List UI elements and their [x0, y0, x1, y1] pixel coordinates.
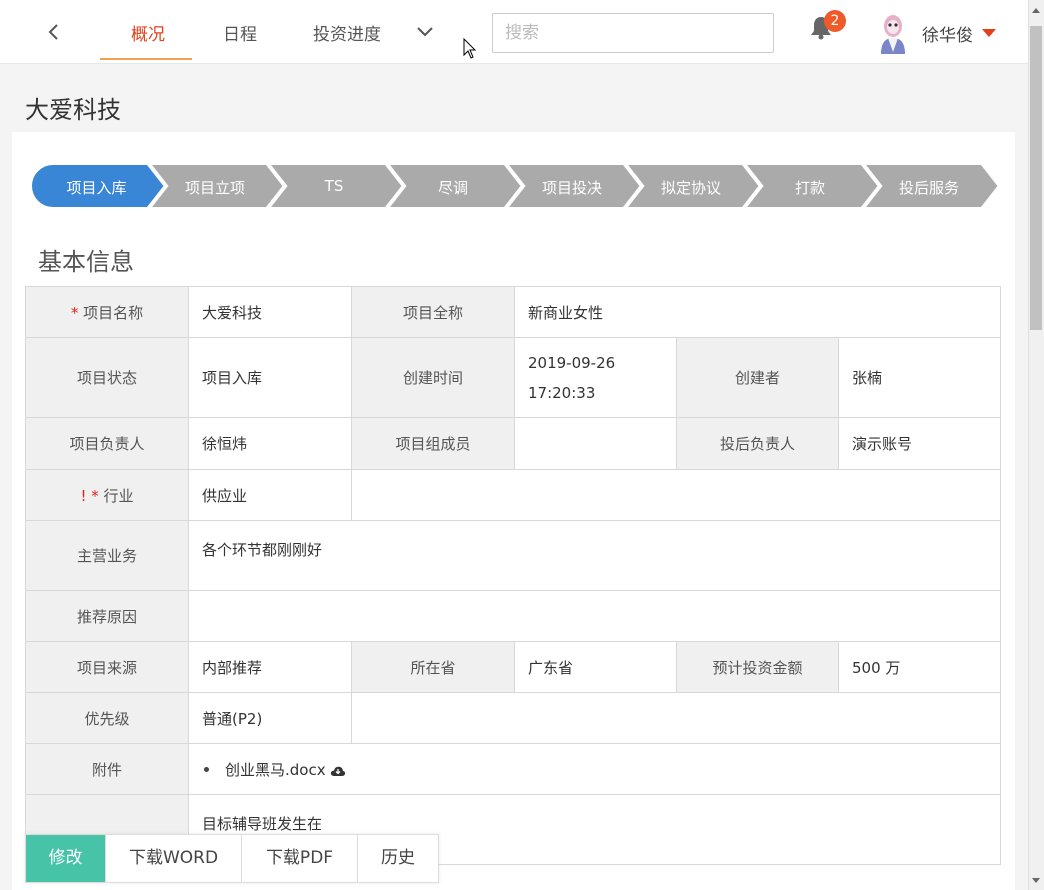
- table-row: * 项目名称 大爱科技 项目全称 新商业女性: [25, 286, 1002, 338]
- full-name-value: 新商业女性: [513, 286, 1002, 338]
- step-draft-agreement[interactable]: 拟定协议: [631, 177, 751, 198]
- amount-label: 预计投资金额: [676, 641, 839, 693]
- scroll-up-arrow-icon[interactable]: [1032, 8, 1040, 13]
- cloud-download-icon[interactable]: [330, 763, 346, 776]
- step-investment-decision[interactable]: 项目投决: [512, 177, 632, 198]
- post-owner-value: 演示账号: [837, 417, 1002, 470]
- tab-schedule[interactable]: 日程: [223, 20, 257, 45]
- tab-investment-progress[interactable]: 投资进度: [313, 20, 381, 45]
- attachment-item: 创业黑马.docx: [202, 759, 987, 780]
- amount-value: 500 万: [837, 641, 1002, 693]
- table-row: 项目来源 内部推荐 所在省 广东省 预计投资金额 500 万: [25, 641, 1002, 693]
- step-ts[interactable]: TS: [274, 177, 394, 195]
- table-row: 项目状态 项目入库 创建时间 2019-09-26 17:20:33 创建者 张楠: [25, 337, 1002, 418]
- caret-down-icon[interactable]: [982, 29, 996, 37]
- required-asterisk-icon: *: [70, 303, 84, 322]
- page-title: 大爱科技: [25, 96, 121, 124]
- reason-value: [187, 590, 1002, 642]
- project-name-label-text: 项目名称: [83, 303, 144, 322]
- priority-empty-cell: [350, 692, 1002, 744]
- industry-label-text: 行业: [103, 486, 134, 505]
- created-time-label: 创建时间: [351, 337, 515, 418]
- members-value: [514, 417, 677, 470]
- search-input[interactable]: [492, 13, 774, 53]
- notification-badge: 2: [824, 10, 846, 32]
- action-bar: 修改 下载WORD 下载PDF 历史: [25, 834, 439, 883]
- attachment-filename[interactable]: 创业黑马.docx: [225, 759, 326, 780]
- scrollbar-thumb[interactable]: [1030, 26, 1042, 330]
- project-name-label: * 项目名称: [25, 286, 189, 338]
- members-label: 项目组成员: [351, 417, 515, 470]
- download-pdf-button[interactable]: 下载PDF: [242, 835, 358, 882]
- table-row: 推荐原因: [25, 590, 1002, 642]
- basic-info-table: * 项目名称 大爱科技 项目全称 新商业女性 项目状态 项目入库 创建时间 20…: [25, 286, 1002, 865]
- step-due-diligence[interactable]: 尽调: [393, 177, 513, 198]
- priority-value: 普通(P2): [188, 692, 352, 744]
- project-stage-stepper: 项目入库 项目立项 TS 尽调 项目投决 拟定协议 打款 投后服务: [30, 163, 1000, 209]
- active-tab-underline: [100, 58, 192, 60]
- province-value: 广东省: [514, 641, 677, 693]
- status-label: 项目状态: [25, 337, 189, 418]
- attachment-label: 附件: [25, 743, 189, 795]
- source-value: 内部推荐: [188, 641, 352, 693]
- province-label: 所在省: [351, 641, 515, 693]
- status-value: 项目入库: [188, 337, 352, 418]
- username[interactable]: 徐华俊: [922, 21, 973, 46]
- chevron-down-icon[interactable]: [414, 22, 436, 42]
- section-title: 基本信息: [38, 248, 134, 276]
- bullet-icon: [204, 766, 209, 772]
- business-value: 各个环节都刚刚好: [187, 520, 1002, 591]
- top-navbar: 概况 日程 投资进度 2 徐华俊: [0, 0, 1028, 64]
- created-time-value: 2019-09-26 17:20:33: [514, 337, 677, 418]
- scroll-down-arrow-icon[interactable]: [1032, 878, 1040, 883]
- creator-value: 张楠: [837, 337, 1002, 418]
- reason-label: 推荐原因: [25, 590, 189, 642]
- edit-button[interactable]: 修改: [26, 835, 106, 882]
- full-name-label: 项目全称: [351, 286, 515, 338]
- table-row: ! * 行业 供应业: [25, 469, 1002, 521]
- industry-value: 供应业: [188, 469, 352, 521]
- priority-label: 优先级: [25, 692, 189, 744]
- tab-overview[interactable]: 概况: [131, 20, 165, 45]
- step-project-approval[interactable]: 项目立项: [155, 177, 275, 198]
- source-label: 项目来源: [25, 641, 189, 693]
- project-name-value: 大爱科技: [188, 286, 352, 338]
- table-row: 项目负责人 徐恒炜 项目组成员 投后负责人 演示账号: [25, 417, 1002, 470]
- download-word-button[interactable]: 下载WORD: [106, 835, 242, 882]
- creator-label: 创建者: [676, 337, 839, 418]
- history-button[interactable]: 历史: [358, 835, 438, 882]
- table-row: 附件 创业黑马.docx: [25, 743, 1002, 795]
- created-clock: 17:20:33: [528, 383, 596, 402]
- mouse-cursor-icon: [463, 37, 477, 60]
- required-asterisk-icon: *: [86, 486, 104, 505]
- industry-label: ! * 行业: [25, 469, 189, 521]
- attachment-value: 创业黑马.docx: [187, 743, 1002, 795]
- back-arrow-icon[interactable]: [40, 18, 68, 46]
- step-payment[interactable]: 打款: [750, 177, 870, 198]
- owner-label: 项目负责人: [25, 417, 189, 470]
- table-row: 优先级 普通(P2): [25, 692, 1002, 744]
- post-owner-label: 投后负责人: [676, 417, 839, 470]
- step-post-investment[interactable]: 投后服务: [869, 177, 989, 198]
- avatar[interactable]: [876, 12, 910, 54]
- industry-empty-cell: [350, 469, 1002, 521]
- step-project-intake[interactable]: 项目入库: [30, 177, 163, 198]
- owner-value: 徐恒炜: [188, 417, 352, 470]
- business-label: 主营业务: [25, 520, 189, 591]
- created-date: 2019-09-26: [528, 353, 616, 372]
- table-row: 主营业务 各个环节都刚刚好: [25, 520, 1002, 591]
